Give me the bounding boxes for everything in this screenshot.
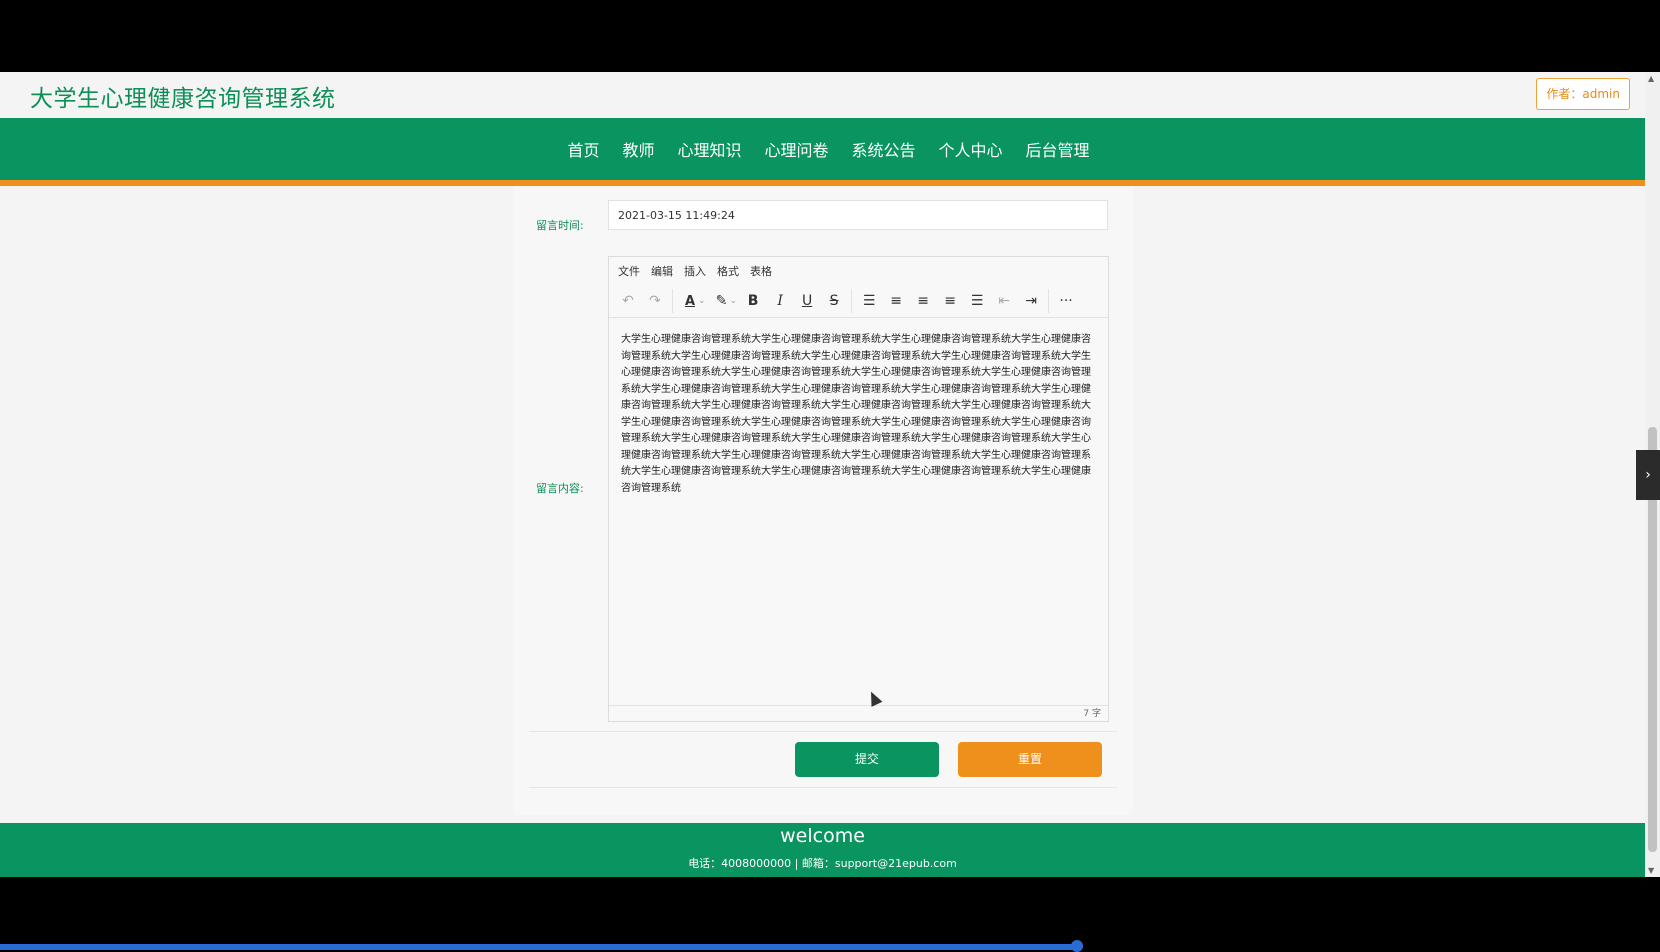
toolbar-separator — [851, 289, 853, 313]
video-progress-bar[interactable] — [0, 944, 1078, 950]
undo-icon[interactable]: ↶ — [615, 289, 641, 313]
form-divider — [529, 731, 1117, 732]
toolbar-separator — [1048, 289, 1050, 313]
strikethrough-icon[interactable]: S — [821, 289, 847, 313]
toolbar-separator — [672, 289, 673, 313]
message-time-label: 留言时间: — [536, 219, 584, 232]
italic-icon[interactable]: I — [767, 289, 793, 313]
scroll-up-icon[interactable]: ▲ — [1648, 74, 1654, 83]
nav-personal-center[interactable]: 个人中心 — [939, 137, 1003, 161]
footer-welcome: welcome — [780, 825, 865, 847]
header-bar: 大学生心理健康咨询管理系统 作者：admin — [0, 72, 1645, 118]
message-form-card: 留言时间: 留言内容: 文件 编辑 插入 格式 表格 ↶ ↷ A ⌄ ✎ ⌄ B… — [513, 186, 1133, 815]
bullet-list-icon[interactable]: ☰ — [856, 289, 882, 313]
message-time-input[interactable] — [608, 200, 1108, 230]
indent-icon[interactable]: ⇥ — [1018, 289, 1044, 313]
redo-icon[interactable]: ↷ — [642, 289, 668, 313]
page-viewport: 大学生心理健康咨询管理系统 作者：admin 首页 教师 心理知识 心理问卷 系… — [0, 72, 1645, 877]
nav-psych-survey[interactable]: 心理问卷 — [764, 137, 828, 161]
author-badge[interactable]: 作者：admin — [1536, 78, 1630, 110]
editor-word-count: 7 字 — [609, 705, 1108, 721]
form-divider — [529, 787, 1117, 788]
menu-file[interactable]: 文件 — [618, 263, 640, 279]
nav-psych-knowledge[interactable]: 心理知识 — [677, 137, 741, 161]
bold-icon[interactable]: B — [740, 289, 766, 313]
menu-insert[interactable]: 插入 — [684, 263, 706, 279]
align-left-icon[interactable]: ≡ — [883, 289, 909, 313]
nav-teachers[interactable]: 教师 — [622, 137, 654, 161]
chevron-right-icon: › — [1645, 467, 1651, 483]
reset-button[interactable]: 重置 — [958, 742, 1102, 777]
chevron-down-icon[interactable]: ⌄ — [698, 296, 706, 306]
align-right-icon[interactable]: ≡ — [937, 289, 963, 313]
submit-button[interactable]: 提交 — [795, 742, 939, 777]
message-content-label: 留言内容: — [536, 482, 584, 495]
editor-content-area[interactable]: 大学生心理健康咨询管理系统大学生心理健康咨询管理系统大学生心理健康咨询管理系统大… — [609, 318, 1108, 706]
nav-announcements[interactable]: 系统公告 — [852, 137, 916, 161]
chevron-down-icon[interactable]: ⌄ — [730, 296, 738, 306]
outdent-icon[interactable]: ⇤ — [991, 289, 1017, 313]
menu-edit[interactable]: 编辑 — [651, 263, 673, 279]
nav-home[interactable]: 首页 — [567, 137, 599, 161]
site-title: 大学生心理健康咨询管理系统 — [30, 86, 336, 112]
scroll-down-icon[interactable]: ▼ — [1648, 866, 1654, 875]
more-icon[interactable]: ··· — [1053, 289, 1079, 313]
menu-format[interactable]: 格式 — [717, 263, 739, 279]
site-footer: welcome 电话：4008000000 | 邮箱：support@21epu… — [0, 823, 1645, 877]
video-progress-handle[interactable] — [1071, 940, 1083, 952]
editor-menubar: 文件 编辑 插入 格式 表格 — [609, 257, 1108, 285]
menu-table[interactable]: 表格 — [750, 263, 772, 279]
main-nav: 首页 教师 心理知识 心理问卷 系统公告 个人中心 后台管理 — [0, 118, 1645, 180]
side-panel-toggle[interactable]: › — [1636, 450, 1660, 500]
rich-text-editor: 文件 编辑 插入 格式 表格 ↶ ↷ A ⌄ ✎ ⌄ B I U S ☰ ≡ ≡… — [608, 256, 1109, 722]
justify-icon[interactable]: ☰ — [964, 289, 990, 313]
footer-contact: 电话：4008000000 | 邮箱：support@21epub.com — [688, 857, 957, 870]
nav-admin[interactable]: 后台管理 — [1026, 137, 1090, 161]
align-center-icon[interactable]: ≡ — [910, 289, 936, 313]
editor-toolbar: ↶ ↷ A ⌄ ✎ ⌄ B I U S ☰ ≡ ≡ ≡ ☰ ⇤ ⇥ ··· — [609, 285, 1108, 318]
underline-icon[interactable]: U — [794, 289, 820, 313]
